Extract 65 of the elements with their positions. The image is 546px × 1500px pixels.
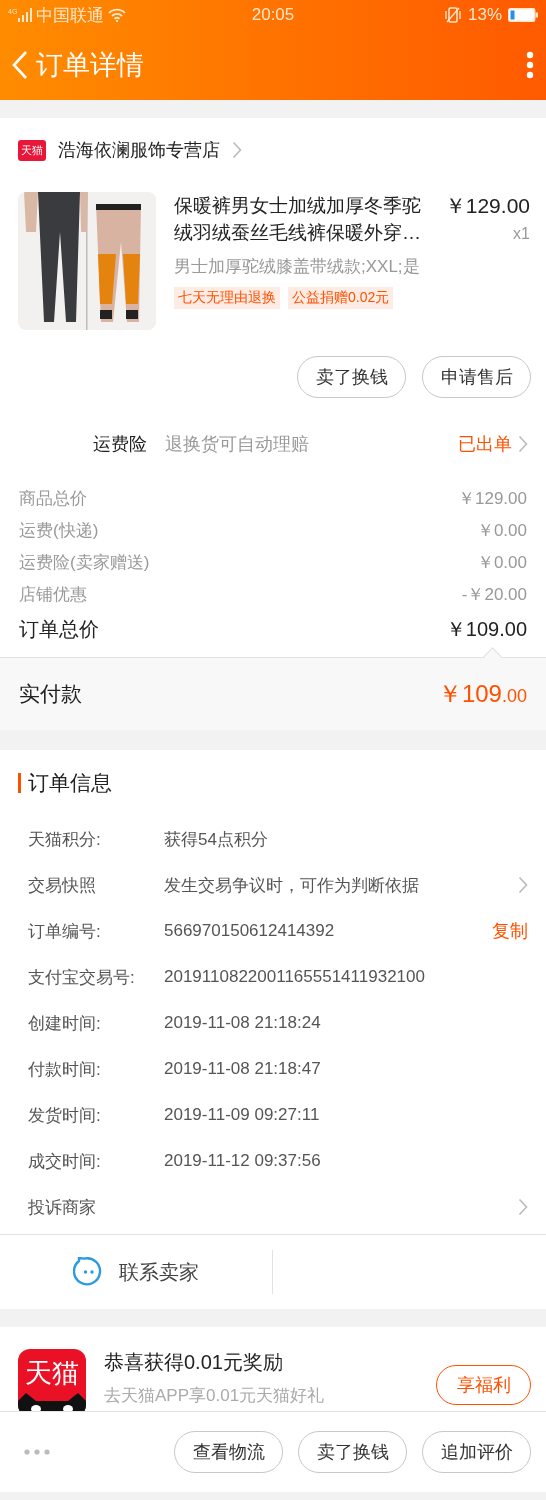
info-value: 2019-11-08 21:18:47 [164, 1059, 322, 1079]
order-action-button[interactable]: 追加评价 [422, 1431, 531, 1473]
sku-text: 男士加厚驼绒膝盖带绒款;XXL;是 [174, 256, 421, 278]
info-label: 支付宝交易号: [28, 966, 136, 989]
info-value: 获得54点积分 [164, 828, 269, 851]
page-title: 订单详情 [36, 49, 145, 82]
fee-value: -￥20.00 [461, 583, 527, 606]
fee-value: ￥0.00 [476, 519, 527, 542]
total-label: 订单总价 [19, 616, 99, 642]
info-value: 发生交易争议时，可作为判断依据 [164, 874, 420, 897]
info-label: 付款时间: [28, 1058, 102, 1081]
info-label[interactable]: 投诉商家 [28, 1195, 164, 1219]
info-value: 2019-11-09 09:27:11 [164, 1105, 321, 1125]
fee-label: 运费险(卖家赠送) [19, 551, 150, 574]
promo-title: 恭喜获得0.01元奖励 [104, 1350, 284, 1375]
info-label: 天猫积分: [28, 828, 102, 851]
info-value: 2019-11-08 21:18:24 [164, 1013, 322, 1033]
chevron-right-icon [518, 1198, 528, 1216]
store-name[interactable]: 浩海依澜服饰专营店 [58, 138, 220, 162]
info-label: 成交时间: [28, 1150, 102, 1173]
battery-icon [508, 8, 538, 22]
promo-subtitle: 去天猫APP享0.01元天猫好礼 [104, 1385, 326, 1407]
item-quantity: x1 [513, 225, 530, 243]
chevron-right-icon [518, 435, 528, 453]
chevron-right-icon [518, 876, 528, 894]
contact-seller-button[interactable]: 联系卖家 [119, 1258, 199, 1286]
service-tag: 七天无理由退换 [174, 287, 280, 309]
fee-value: ￥0.00 [476, 551, 527, 574]
insurance-description: 退换货可自动理赔 [165, 433, 310, 456]
info-label: 发货时间: [28, 1104, 102, 1127]
info-value: 2019110822001165551411932100 [164, 967, 426, 987]
app-logo: 天猫 [18, 1349, 86, 1411]
fee-label: 商品总价 [19, 487, 87, 510]
item-price: ￥129.00 [444, 193, 530, 219]
info-label: 创建时间: [28, 1012, 102, 1035]
product-title[interactable]: 保暖裤男女士加绒加厚冬季驼绒羽绒蚕丝毛线裤保暖外穿… [174, 192, 436, 246]
fee-label: 店铺优惠 [19, 583, 87, 606]
more-icon[interactable] [526, 51, 534, 79]
battery-level: 13% [468, 5, 502, 25]
insurance-label: 运费险 [93, 433, 147, 456]
service-tag: 公益捐赠0.02元 [288, 287, 394, 309]
info-value: 2019-11-12 09:37:56 [164, 1151, 322, 1171]
back-icon[interactable] [12, 50, 28, 80]
paid-label: 实付款 [19, 681, 82, 707]
order-action-button[interactable]: 查看物流 [174, 1431, 283, 1473]
info-value: 566970150612414392 [164, 921, 336, 941]
store-badge: 天猫 [18, 139, 46, 161]
more-icon[interactable] [24, 1449, 50, 1455]
signal-icon [18, 8, 33, 22]
order-action-button[interactable]: 卖了换钱 [298, 1431, 407, 1473]
fee-label: 运费(快递) [19, 519, 99, 542]
section-title: 订单信息 [28, 770, 112, 796]
clock: 20:05 [250, 5, 296, 25]
chevron-right-icon [232, 141, 242, 159]
chat-face-icon [73, 1257, 103, 1287]
info-label[interactable]: 交易快照 [28, 873, 164, 897]
item-action-button[interactable]: 申请售后 [422, 356, 531, 398]
info-label: 订单编号: [28, 920, 102, 943]
fee-value: ￥129.00 [458, 487, 527, 510]
item-action-button[interactable]: 卖了换钱 [297, 356, 406, 398]
wifi-icon [108, 8, 127, 22]
carrier-name: 中国联通 [36, 4, 105, 27]
vibrate-off-icon [444, 7, 462, 23]
paid-amount: ￥109.00 [437, 679, 527, 709]
total-value: ￥109.00 [445, 616, 527, 642]
